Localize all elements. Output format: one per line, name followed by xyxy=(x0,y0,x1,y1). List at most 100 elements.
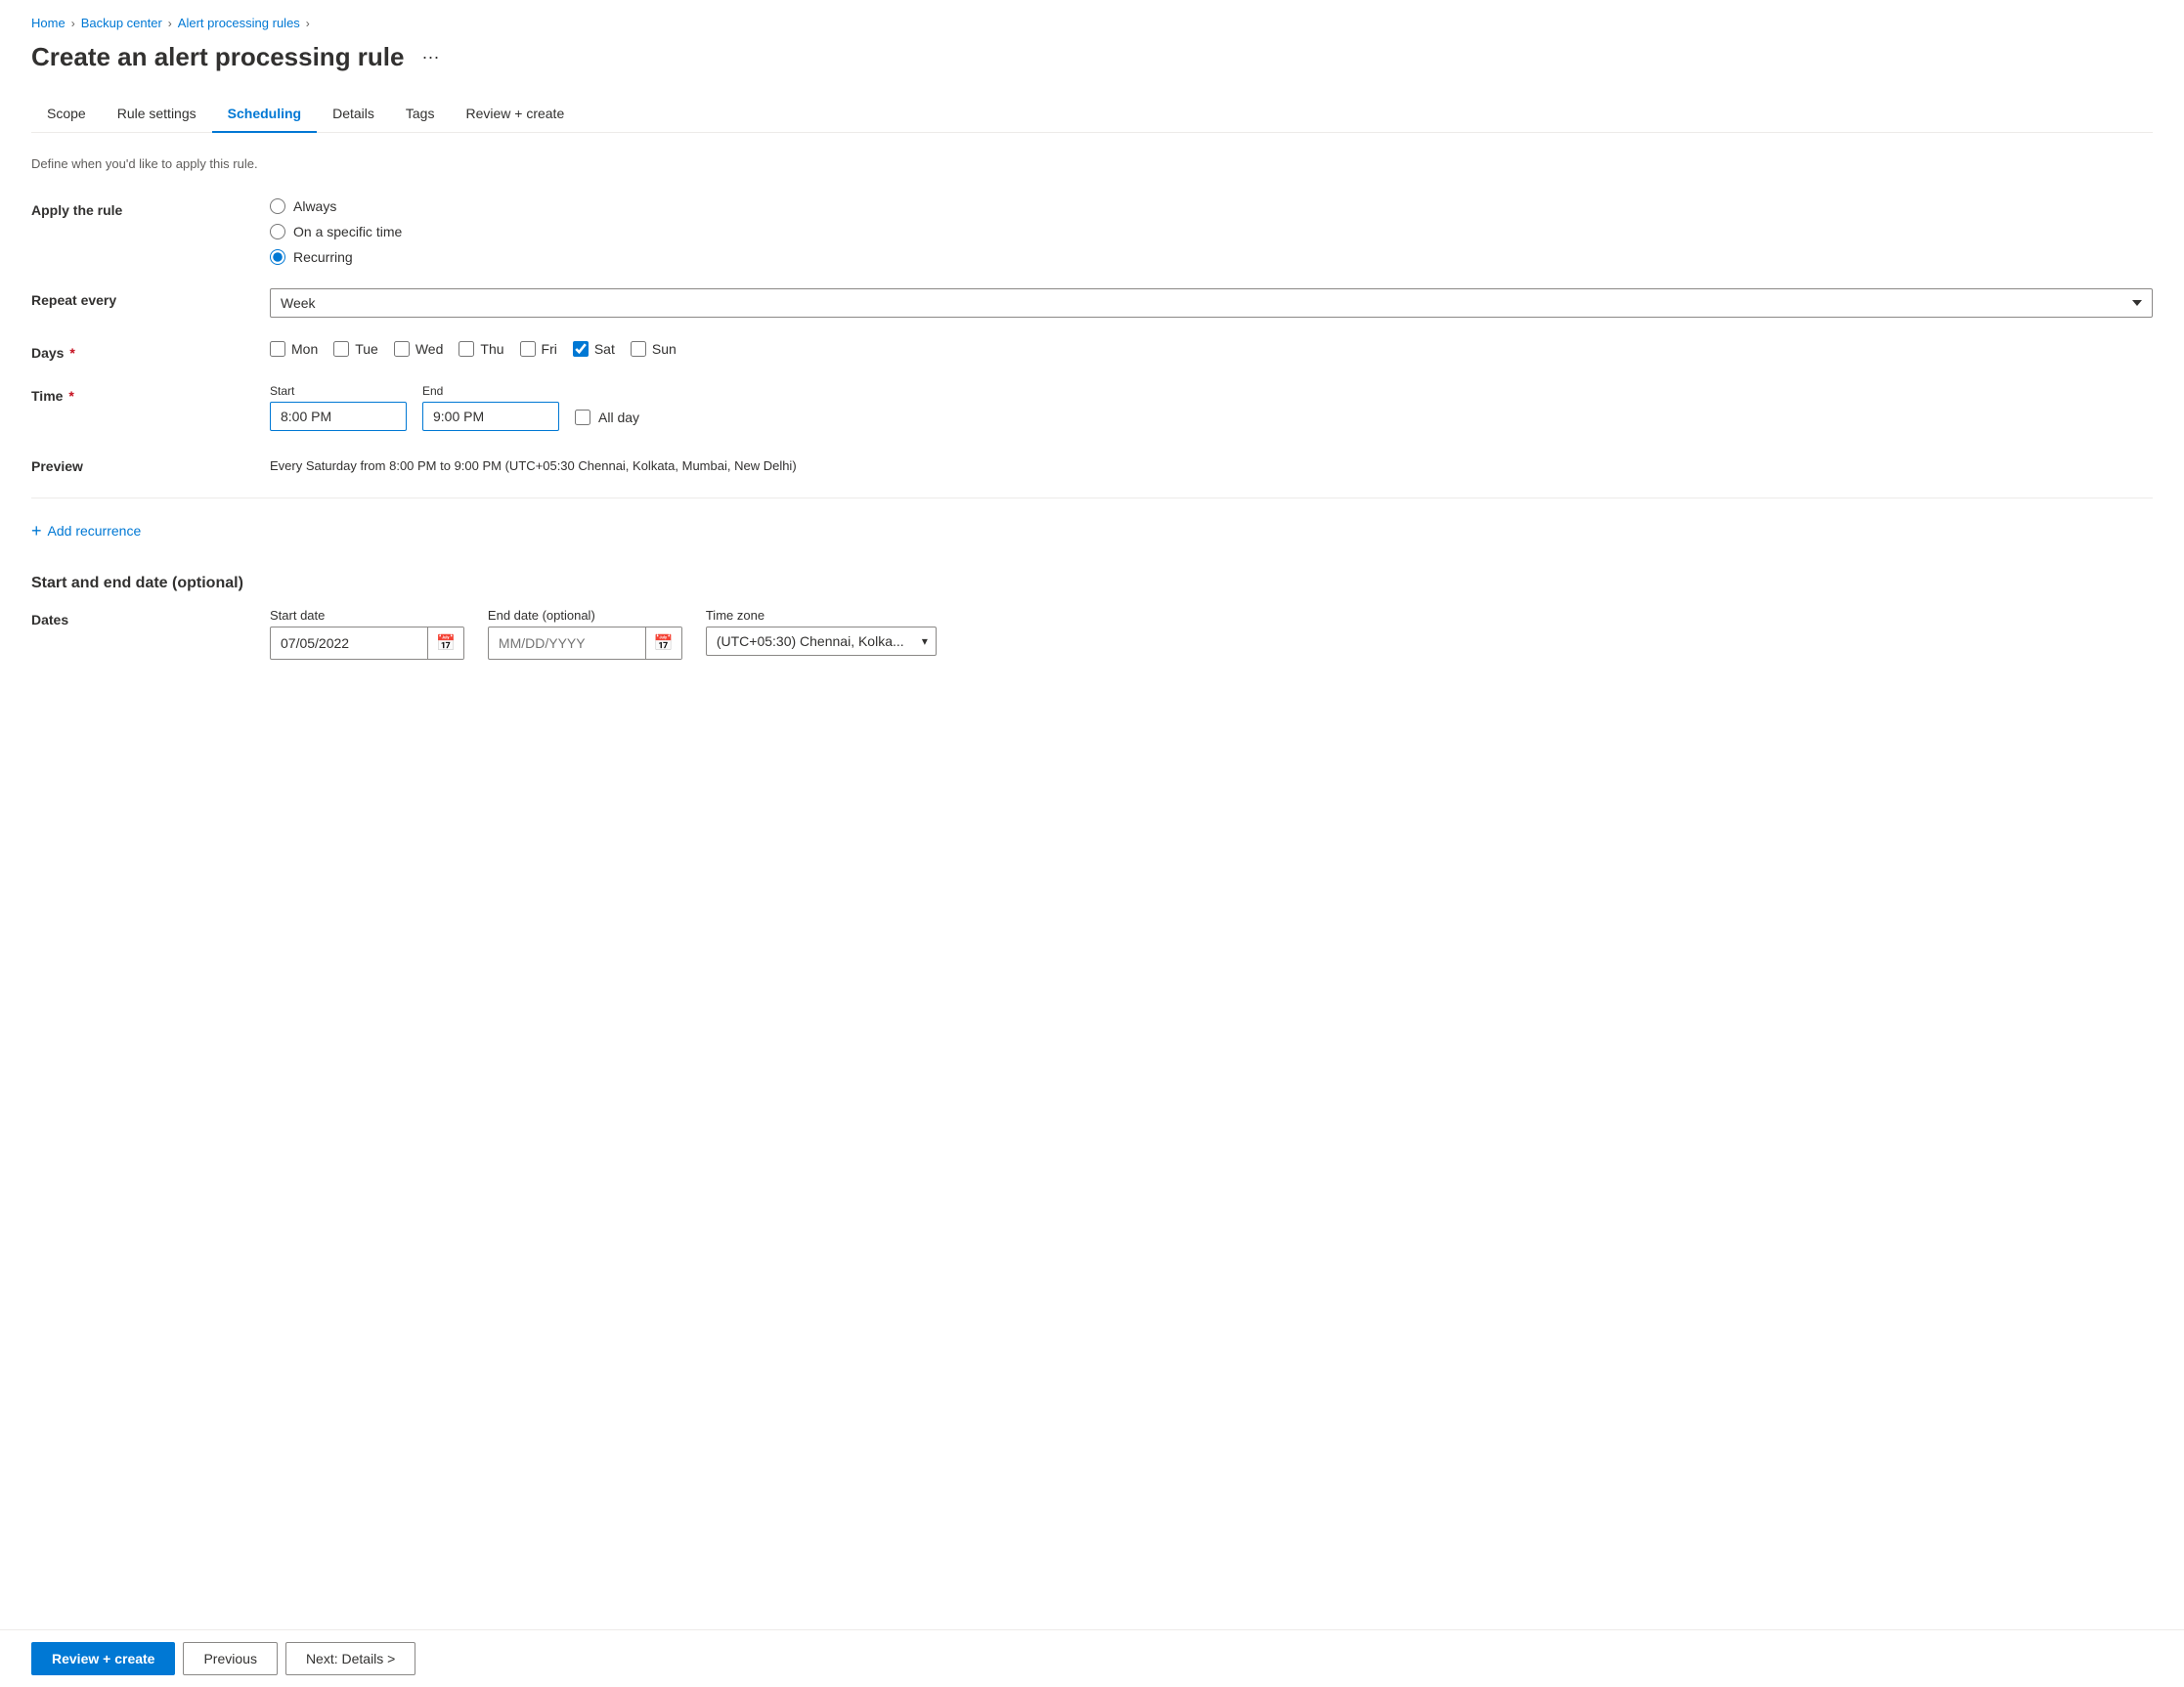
tab-scheduling[interactable]: Scheduling xyxy=(212,96,317,133)
day-thu[interactable]: Thu xyxy=(459,341,503,357)
days-required: * xyxy=(66,345,74,361)
days-control: Mon Tue Wed Thu Fri xyxy=(270,341,2153,357)
breadcrumb-alert-rules[interactable]: Alert processing rules xyxy=(178,16,300,30)
repeat-every-label: Repeat every xyxy=(31,288,246,308)
dates-label: Dates xyxy=(31,608,246,627)
checkbox-mon[interactable] xyxy=(270,341,285,357)
start-date-wrapper: 📅 xyxy=(270,627,464,660)
radio-group-apply-rule: Always On a specific time Recurring xyxy=(270,198,2153,265)
day-sat[interactable]: Sat xyxy=(573,341,615,357)
review-create-button[interactable]: Review + create xyxy=(31,1642,175,1675)
end-date-label: End date (optional) xyxy=(488,608,682,623)
start-end-section: Start and end date (optional) Dates Star… xyxy=(31,575,2153,660)
day-wed-label: Wed xyxy=(415,341,444,357)
footer: Review + create Previous Next: Details > xyxy=(0,1629,2184,1687)
radio-always[interactable]: Always xyxy=(270,198,2153,214)
preview-text: Every Saturday from 8:00 PM to 9:00 PM (… xyxy=(270,454,2153,473)
breadcrumb-backup-center[interactable]: Backup center xyxy=(81,16,162,30)
section-description: Define when you'd like to apply this rul… xyxy=(31,156,2153,171)
checkbox-thu[interactable] xyxy=(459,341,474,357)
timezone-select-wrapper: (UTC+05:30) Chennai, Kolka... ▾ xyxy=(706,627,937,656)
time-end-label: End xyxy=(422,384,559,398)
radio-specific-time-input[interactable] xyxy=(270,224,285,239)
time-control: Start End All day xyxy=(270,384,2153,431)
checkbox-sun[interactable] xyxy=(631,341,646,357)
checkbox-tue[interactable] xyxy=(333,341,349,357)
time-group: Start End All day xyxy=(270,384,2153,431)
start-date-calendar-icon[interactable]: 📅 xyxy=(427,627,463,659)
tab-review-create[interactable]: Review + create xyxy=(450,96,580,133)
radio-specific-time[interactable]: On a specific time xyxy=(270,224,2153,239)
time-required: * xyxy=(65,388,73,404)
breadcrumb-sep-3: › xyxy=(306,17,310,30)
next-button[interactable]: Next: Details > xyxy=(285,1642,415,1675)
breadcrumb-sep-2: › xyxy=(168,17,172,30)
radio-recurring[interactable]: Recurring xyxy=(270,249,2153,265)
days-group: Mon Tue Wed Thu Fri xyxy=(270,341,2153,357)
apply-rule-label: Apply the rule xyxy=(31,198,246,218)
timezone-field: Time zone (UTC+05:30) Chennai, Kolka... … xyxy=(706,608,937,656)
ellipsis-button[interactable]: ··· xyxy=(415,45,445,69)
end-date-calendar-icon[interactable]: 📅 xyxy=(645,627,681,659)
start-date-field: Start date 📅 xyxy=(270,608,464,660)
tab-scope[interactable]: Scope xyxy=(31,96,102,133)
add-recurrence-label: Add recurrence xyxy=(48,523,142,539)
day-thu-label: Thu xyxy=(480,341,503,357)
page-title: Create an alert processing rule xyxy=(31,42,404,72)
preview-control: Every Saturday from 8:00 PM to 9:00 PM (… xyxy=(270,454,2153,473)
radio-recurring-input[interactable] xyxy=(270,249,285,265)
start-date-input[interactable] xyxy=(271,629,427,657)
time-row: Time * Start End All day xyxy=(31,384,2153,431)
repeat-every-row: Repeat every Hour Day Week Month xyxy=(31,288,2153,318)
dates-row: Start date 📅 End date (optional) 📅 xyxy=(270,608,2153,660)
time-end-field: End xyxy=(422,384,559,431)
day-wed[interactable]: Wed xyxy=(394,341,444,357)
checkbox-sat[interactable] xyxy=(573,341,589,357)
days-label: Days * xyxy=(31,341,246,361)
checkbox-wed[interactable] xyxy=(394,341,410,357)
dates-form-row: Dates Start date 📅 End date (optional) xyxy=(31,608,2153,660)
radio-always-label: Always xyxy=(293,198,336,214)
add-recurrence-button[interactable]: + Add recurrence xyxy=(31,518,141,543)
plus-icon: + xyxy=(31,522,42,540)
checkbox-allday[interactable] xyxy=(575,410,590,425)
breadcrumb-sep-1: › xyxy=(71,17,75,30)
time-label: Time * xyxy=(31,384,246,404)
tab-bar: Scope Rule settings Scheduling Details T… xyxy=(31,96,2153,133)
time-start-input[interactable] xyxy=(270,402,407,431)
day-fri-label: Fri xyxy=(542,341,557,357)
day-sun[interactable]: Sun xyxy=(631,341,677,357)
radio-always-input[interactable] xyxy=(270,198,285,214)
previous-button[interactable]: Previous xyxy=(183,1642,277,1675)
allday-label: All day xyxy=(598,410,639,425)
tab-rule-settings[interactable]: Rule settings xyxy=(102,96,212,133)
checkbox-fri[interactable] xyxy=(520,341,536,357)
page-title-row: Create an alert processing rule ··· xyxy=(31,42,2153,72)
day-fri[interactable]: Fri xyxy=(520,341,557,357)
day-sun-label: Sun xyxy=(652,341,677,357)
timezone-label: Time zone xyxy=(706,608,937,623)
breadcrumb: Home › Backup center › Alert processing … xyxy=(31,16,2153,30)
tab-details[interactable]: Details xyxy=(317,96,390,133)
preview-label: Preview xyxy=(31,454,246,474)
timezone-select[interactable]: (UTC+05:30) Chennai, Kolka... xyxy=(707,627,936,655)
time-start-label: Start xyxy=(270,384,407,398)
day-mon-label: Mon xyxy=(291,341,318,357)
breadcrumb-home[interactable]: Home xyxy=(31,16,66,30)
tab-tags[interactable]: Tags xyxy=(390,96,451,133)
divider xyxy=(31,497,2153,498)
repeat-every-control: Hour Day Week Month xyxy=(270,288,2153,318)
apply-rule-row: Apply the rule Always On a specific time… xyxy=(31,198,2153,265)
day-sat-label: Sat xyxy=(594,341,615,357)
allday-item[interactable]: All day xyxy=(575,410,639,431)
apply-rule-options: Always On a specific time Recurring xyxy=(270,198,2153,265)
end-date-input[interactable] xyxy=(489,629,645,657)
repeat-every-select[interactable]: Hour Day Week Month xyxy=(270,288,2153,318)
day-mon[interactable]: Mon xyxy=(270,341,318,357)
radio-specific-time-label: On a specific time xyxy=(293,224,402,239)
day-tue[interactable]: Tue xyxy=(333,341,378,357)
time-end-input[interactable] xyxy=(422,402,559,431)
start-date-label: Start date xyxy=(270,608,464,623)
days-row: Days * Mon Tue Wed Thu xyxy=(31,341,2153,361)
preview-row: Preview Every Saturday from 8:00 PM to 9… xyxy=(31,454,2153,474)
